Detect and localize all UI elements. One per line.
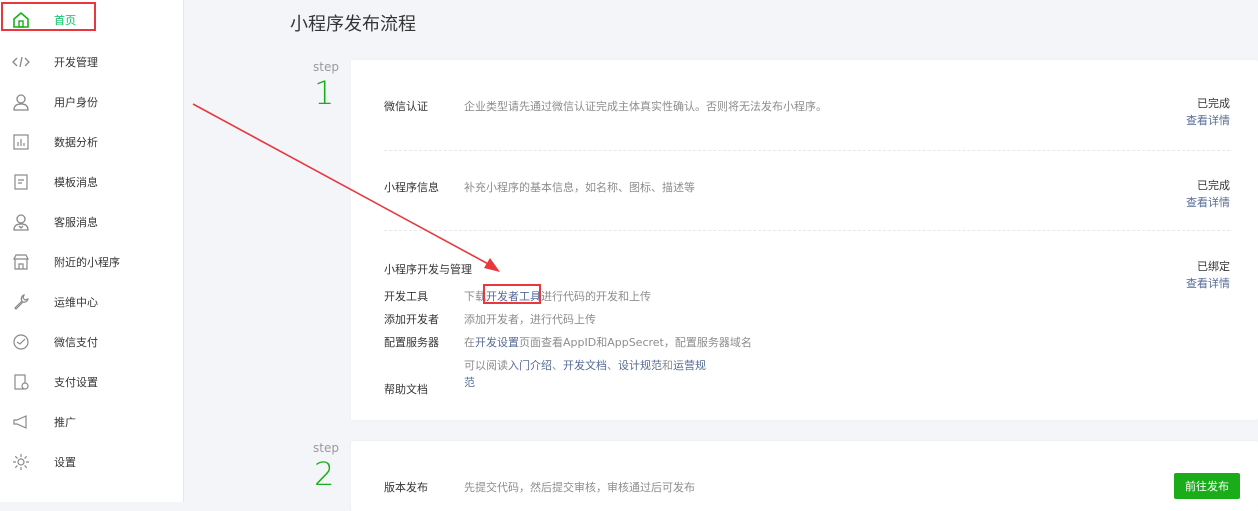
step1-card: 微信认证 企业类型请先通过微信认证完成主体真实性确认。否则将无法发布小程序。 已… bbox=[351, 60, 1258, 420]
sidebar-item-user-identity[interactable]: 用户身份 bbox=[0, 82, 183, 122]
ops-guide-link[interactable]: 运营规 bbox=[673, 359, 706, 372]
step2-card: 版本发布 先提交代码，然后提交审核，审核通过后可发布 前往发布 bbox=[351, 441, 1258, 511]
config-server-desc: 在开发设置页面查看AppID和AppSecret，配置服务器域名 bbox=[464, 334, 752, 350]
sidebar-item-label: 用户身份 bbox=[54, 96, 98, 109]
sidebar-item-label: 推广 bbox=[54, 416, 76, 429]
intro-link[interactable]: 入门介绍 bbox=[508, 359, 552, 372]
home-icon bbox=[12, 11, 30, 29]
miniprogram-info-detail-link[interactable]: 查看详情 bbox=[1186, 194, 1230, 210]
miniprogram-info-status: 已完成 bbox=[1197, 179, 1230, 192]
sidebar: 首页 开发管理 用户身份 数据分析 模板消息 客服消息 附近的小程序 运维中心 … bbox=[0, 0, 184, 502]
dev-tools-highlight-box bbox=[483, 284, 541, 304]
main-content: 小程序发布流程 step 1 微信认证 企业类型请先通过微信认证完成主体真实性确… bbox=[184, 0, 1258, 511]
wrench-icon bbox=[12, 293, 30, 311]
go-publish-button[interactable]: 前往发布 bbox=[1174, 473, 1240, 499]
store-icon bbox=[12, 253, 30, 271]
sidebar-item-data-analysis[interactable]: 数据分析 bbox=[0, 122, 183, 162]
sidebar-item-label: 支付设置 bbox=[54, 376, 98, 389]
sidebar-item-label: 设置 bbox=[54, 456, 76, 469]
config-server-suffix: 页面查看AppID和AppSecret，配置服务器域名 bbox=[519, 336, 752, 349]
sidebar-item-ops-center[interactable]: 运维中心 bbox=[0, 282, 183, 322]
dev-tools-suffix: 进行代码的开发和上传 bbox=[541, 290, 651, 303]
wechat-auth-detail-link[interactable]: 查看详情 bbox=[1186, 112, 1230, 128]
sidebar-item-nearby-miniprogram[interactable]: 附近的小程序 bbox=[0, 242, 183, 282]
service-icon bbox=[12, 213, 30, 231]
user-icon bbox=[12, 93, 30, 111]
sidebar-item-label: 客服消息 bbox=[54, 216, 98, 229]
sidebar-item-promotion[interactable]: 推广 bbox=[0, 402, 183, 442]
gear-icon bbox=[12, 453, 30, 471]
megaphone-icon bbox=[12, 413, 30, 431]
step-number: 2 bbox=[314, 455, 335, 493]
help-docs-label: 帮助文档 bbox=[384, 383, 428, 396]
sidebar-item-dev-manage[interactable]: 开发管理 bbox=[0, 42, 183, 82]
page-title: 小程序发布流程 bbox=[290, 14, 416, 35]
divider bbox=[384, 230, 1230, 231]
sidebar-item-customer-service[interactable]: 客服消息 bbox=[0, 202, 183, 242]
wechat-auth-desc: 企业类型请先通过微信认证完成主体真实性确认。否则将无法发布小程序。 bbox=[464, 100, 827, 113]
dev-manage-detail-link[interactable]: 查看详情 bbox=[1186, 275, 1230, 291]
dev-docs-link[interactable]: 开发文档 bbox=[563, 359, 607, 372]
sidebar-item-label: 模板消息 bbox=[54, 176, 98, 189]
sidebar-item-settings[interactable]: 设置 bbox=[0, 442, 183, 482]
sidebar-item-label: 首页 bbox=[54, 14, 76, 27]
help-docs-desc-line2: 范 bbox=[464, 374, 475, 390]
dev-tools-label: 开发工具 bbox=[384, 290, 428, 303]
config-server-prefix: 在 bbox=[464, 336, 475, 349]
help-docs-desc-line1: 可以阅读入门介绍、开发文档、设计规范和运营规 bbox=[464, 357, 706, 373]
conjunction: 和 bbox=[662, 359, 673, 372]
ops-guide-link-cont[interactable]: 范 bbox=[464, 376, 475, 389]
sidebar-item-label: 运维中心 bbox=[54, 296, 98, 309]
sidebar-item-label: 开发管理 bbox=[54, 56, 98, 69]
divider bbox=[384, 150, 1230, 151]
sidebar-item-label: 数据分析 bbox=[54, 136, 98, 149]
chart-icon bbox=[12, 133, 30, 151]
separator: 、 bbox=[552, 359, 563, 372]
wechat-auth-title: 微信认证 bbox=[384, 100, 428, 113]
step-number: 1 bbox=[314, 74, 335, 112]
step-label: step bbox=[313, 441, 339, 455]
sidebar-item-label: 附近的小程序 bbox=[54, 256, 120, 269]
document-icon bbox=[12, 173, 30, 191]
miniprogram-info-title: 小程序信息 bbox=[384, 181, 439, 194]
wechat-auth-status: 已完成 bbox=[1197, 97, 1230, 110]
pay-settings-icon bbox=[12, 373, 30, 391]
help-docs-prefix: 可以阅读 bbox=[464, 359, 508, 372]
code-icon bbox=[12, 53, 30, 71]
sidebar-item-pay-settings[interactable]: 支付设置 bbox=[0, 362, 183, 402]
dev-manage-title: 小程序开发与管理 bbox=[384, 263, 472, 276]
pay-icon bbox=[12, 333, 30, 351]
design-guide-link[interactable]: 设计规范 bbox=[618, 359, 662, 372]
dev-settings-link[interactable]: 开发设置 bbox=[475, 336, 519, 349]
add-developer-desc: 添加开发者，进行代码上传 bbox=[464, 313, 596, 326]
step-label: step bbox=[313, 60, 339, 74]
separator: 、 bbox=[607, 359, 618, 372]
sidebar-item-home[interactable]: 首页 bbox=[0, 0, 183, 40]
add-developer-label: 添加开发者 bbox=[384, 313, 439, 326]
dev-manage-status: 已绑定 bbox=[1197, 260, 1230, 273]
sidebar-item-template-message[interactable]: 模板消息 bbox=[0, 162, 183, 202]
miniprogram-info-desc: 补充小程序的基本信息，如名称、图标、描述等 bbox=[464, 181, 695, 194]
config-server-label: 配置服务器 bbox=[384, 336, 439, 349]
version-release-desc: 先提交代码，然后提交审核，审核通过后可发布 bbox=[464, 481, 695, 494]
version-release-title: 版本发布 bbox=[384, 481, 428, 494]
sidebar-item-label: 微信支付 bbox=[54, 336, 98, 349]
sidebar-item-wechat-pay[interactable]: 微信支付 bbox=[0, 322, 183, 362]
